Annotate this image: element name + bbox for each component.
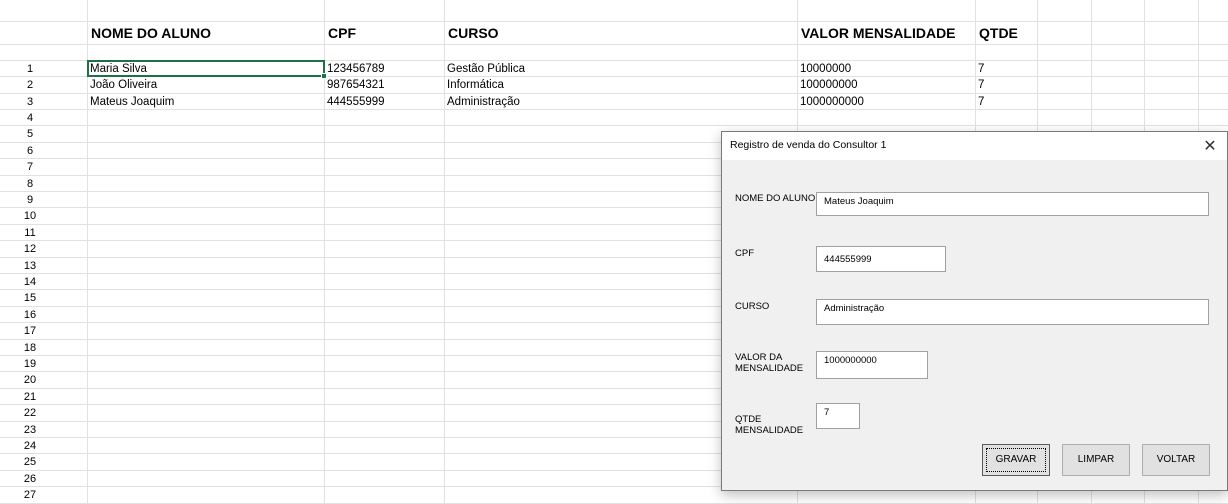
row-number[interactable]: 10	[0, 208, 60, 224]
row-number[interactable]: 20	[0, 372, 60, 388]
qtde-label-line2: MENSALIDADE	[735, 425, 804, 436]
cpf-label: CPF	[735, 248, 754, 259]
cell-valor[interactable]: 10000000	[798, 61, 975, 77]
cell-cpf[interactable]: 444555999	[325, 94, 444, 110]
row-number[interactable]: 1	[0, 61, 60, 77]
row-number[interactable]: 18	[0, 340, 60, 356]
row-number[interactable]: 19	[0, 356, 60, 372]
header-valor-mensalidade[interactable]: VALOR MENSALIDADE	[798, 22, 956, 44]
fill-handle[interactable]	[321, 73, 327, 79]
dialog-titlebar[interactable]: Registro de venda do Consultor 1 ✕	[722, 132, 1227, 160]
row-number[interactable]: 24	[0, 438, 60, 454]
cell-nome[interactable]: João Oliveira	[88, 77, 324, 93]
cpf-field[interactable]: 444555999	[816, 246, 946, 272]
cell-qtde[interactable]: 7	[976, 77, 1037, 93]
row-number[interactable]: 22	[0, 405, 60, 421]
row-number[interactable]: 27	[0, 487, 60, 503]
row-number[interactable]: 15	[0, 290, 60, 306]
voltar-button[interactable]: VOLTAR	[1142, 444, 1210, 476]
header-qtde[interactable]: QTDE	[976, 22, 1018, 44]
curso-label: CURSO	[735, 301, 770, 312]
row-number[interactable]: 2	[0, 77, 60, 93]
qtde-mensalidade-field[interactable]: 7	[816, 403, 860, 429]
row-number[interactable]: 23	[0, 422, 60, 438]
nome-field[interactable]: Mateus Joaquim	[816, 192, 1209, 216]
cell-qtde[interactable]: 7	[976, 94, 1037, 110]
cell-curso[interactable]: Administração	[445, 94, 797, 110]
close-icon[interactable]: ✕	[1199, 135, 1221, 157]
gridline	[0, 125, 1228, 126]
row-number[interactable]: 4	[0, 110, 60, 126]
cell-cpf[interactable]: 123456789	[325, 61, 444, 77]
header-cpf[interactable]: CPF	[325, 22, 356, 44]
row-number[interactable]: 5	[0, 126, 60, 142]
row-number[interactable]: 9	[0, 192, 60, 208]
valor-mensalidade-field[interactable]: 1000000000	[816, 351, 928, 379]
row-number[interactable]: 25	[0, 454, 60, 470]
cell-nome[interactable]: Mateus Joaquim	[88, 94, 324, 110]
dialog-title: Registro de venda do Consultor 1	[730, 139, 887, 151]
nome-label: NOME DO ALUNO	[735, 193, 816, 204]
row-number[interactable]: 21	[0, 389, 60, 405]
row-number[interactable]: 11	[0, 225, 60, 241]
row-number[interactable]: 8	[0, 176, 60, 192]
row-number[interactable]: 13	[0, 258, 60, 274]
row-number[interactable]: 7	[0, 159, 60, 175]
cell-curso[interactable]: Gestão Pública	[445, 61, 797, 77]
qtde-label-line1: QTDE	[735, 414, 762, 425]
active-cell-selection	[87, 60, 325, 77]
cell-valor[interactable]: 100000000	[798, 77, 975, 93]
curso-field[interactable]: Administração	[816, 299, 1209, 325]
limpar-button[interactable]: LIMPAR	[1062, 444, 1130, 476]
row-number[interactable]: 17	[0, 323, 60, 339]
row-number[interactable]: 3	[0, 94, 60, 110]
row-number[interactable]: 26	[0, 471, 60, 487]
row-number[interactable]: 12	[0, 241, 60, 257]
gravar-button[interactable]: GRAVAR	[982, 444, 1050, 476]
cell-cpf[interactable]: 987654321	[325, 77, 444, 93]
cell-qtde[interactable]: 7	[976, 61, 1037, 77]
registro-venda-dialog: Registro de venda do Consultor 1 ✕ NOME …	[721, 131, 1228, 491]
row-number[interactable]: 14	[0, 274, 60, 290]
header-curso[interactable]: CURSO	[445, 22, 499, 44]
header-nome-do-aluno[interactable]: NOME DO ALUNO	[88, 22, 211, 44]
valor-label-line2: MENSALIDADE	[735, 363, 804, 374]
row-number[interactable]: 16	[0, 307, 60, 323]
row-number[interactable]: 6	[0, 143, 60, 159]
valor-label-line1: VALOR DA	[735, 352, 783, 363]
gridline	[0, 44, 1228, 45]
cell-curso[interactable]: Informática	[445, 77, 797, 93]
cell-valor[interactable]: 1000000000	[798, 94, 975, 110]
